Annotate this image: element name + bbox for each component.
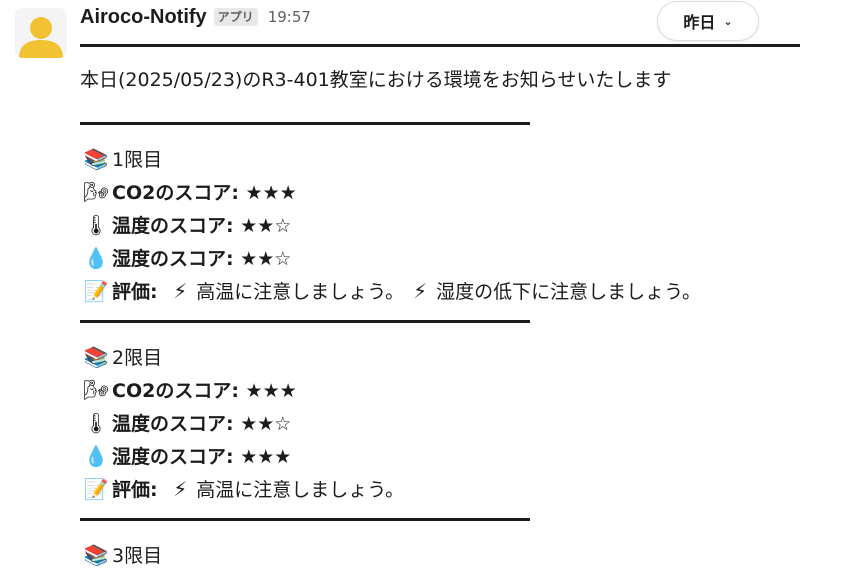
message-header: Airoco-Notify アプリ 19:57 bbox=[80, 4, 311, 30]
date-label: 昨日 bbox=[683, 13, 716, 32]
intro-text: 本日(2025/05/23)のR3-401教室における環境をお知らせいたします bbox=[80, 69, 672, 91]
humidity-stars: ★★★ bbox=[240, 446, 292, 468]
period-title-row: 📚 2限目 bbox=[80, 342, 163, 373]
humidity-score-row: 💧 湿度のスコア: ★★★ bbox=[80, 441, 292, 472]
humidity-label: 湿度のスコア bbox=[112, 446, 227, 468]
droplet-icon: 💧 bbox=[83, 246, 109, 270]
lightning-icon: ⚡ bbox=[173, 279, 188, 303]
sender-name[interactable]: Airoco-Notify bbox=[80, 6, 207, 29]
message-timestamp[interactable]: 19:57 bbox=[268, 8, 311, 26]
period-title: 2限目 bbox=[112, 347, 163, 369]
co2-stars: ★★★ bbox=[245, 380, 297, 402]
evaluation-text: 高温に注意しましょう。 bbox=[196, 281, 405, 303]
memo-icon: 📝 bbox=[83, 477, 109, 501]
period-title: 3限目 bbox=[112, 545, 163, 567]
temperature-score-row: 🌡 温度のスコア: ★★☆ bbox=[80, 210, 291, 241]
books-icon: 📚 bbox=[83, 345, 109, 369]
memo-icon: 📝 bbox=[83, 279, 109, 303]
humidity-score-row: 💧 湿度のスコア: ★★☆ bbox=[80, 243, 292, 274]
app-badge: アプリ bbox=[213, 8, 258, 26]
books-icon: 📚 bbox=[83, 543, 109, 567]
droplet-icon: 💧 bbox=[83, 444, 109, 468]
evaluation-label: 評価 bbox=[112, 479, 151, 501]
wind-icon: 🌬 bbox=[83, 180, 109, 204]
evaluation-text: 湿度の低下に注意しましょう。 bbox=[436, 281, 701, 303]
chevron-down-icon: ⌄ bbox=[723, 14, 733, 28]
date-divider-button[interactable]: 昨日 ⌄ bbox=[657, 1, 759, 41]
divider bbox=[80, 44, 800, 47]
thermometer-icon: 🌡 bbox=[83, 411, 109, 435]
divider bbox=[80, 518, 530, 521]
wind-icon: 🌬 bbox=[83, 378, 109, 402]
humidity-stars: ★★☆ bbox=[240, 248, 292, 270]
humidity-label: 湿度のスコア bbox=[112, 248, 227, 270]
temperature-score-row: 🌡 温度のスコア: ★★☆ bbox=[80, 408, 291, 439]
divider bbox=[80, 122, 530, 125]
temperature-stars: ★★☆ bbox=[240, 215, 292, 237]
lightning-icon: ⚡ bbox=[173, 477, 188, 501]
evaluation-text: 高温に注意しましょう。 bbox=[196, 479, 405, 501]
divider bbox=[80, 320, 530, 323]
books-icon: 📚 bbox=[83, 147, 109, 171]
co2-score-row: 🌬 CO2のスコア: ★★★ bbox=[80, 375, 297, 406]
co2-label: CO2のスコア bbox=[112, 380, 232, 402]
temperature-stars: ★★☆ bbox=[240, 413, 292, 435]
co2-label: CO2のスコア bbox=[112, 182, 232, 204]
temperature-label: 温度のスコア bbox=[112, 215, 227, 237]
period-title-row: 📚 1限目 bbox=[80, 144, 163, 175]
temperature-label: 温度のスコア bbox=[112, 413, 227, 435]
evaluation-row: 📝 評価: ⚡ 高温に注意しましょう。 ⚡ 湿度の低下に注意しましょう。 bbox=[80, 276, 701, 307]
lightning-icon: ⚡ bbox=[413, 279, 428, 303]
period-title-row: 📚 3限目 bbox=[80, 540, 163, 571]
co2-stars: ★★★ bbox=[245, 182, 297, 204]
avatar[interactable] bbox=[15, 8, 67, 58]
evaluation-label: 評価 bbox=[112, 281, 151, 303]
co2-score-row: 🌬 CO2のスコア: ★★★ bbox=[80, 177, 297, 208]
period-title: 1限目 bbox=[112, 149, 163, 171]
evaluation-row: 📝 評価: ⚡ 高温に注意しましょう。 bbox=[80, 474, 405, 505]
thermometer-icon: 🌡 bbox=[83, 213, 109, 237]
